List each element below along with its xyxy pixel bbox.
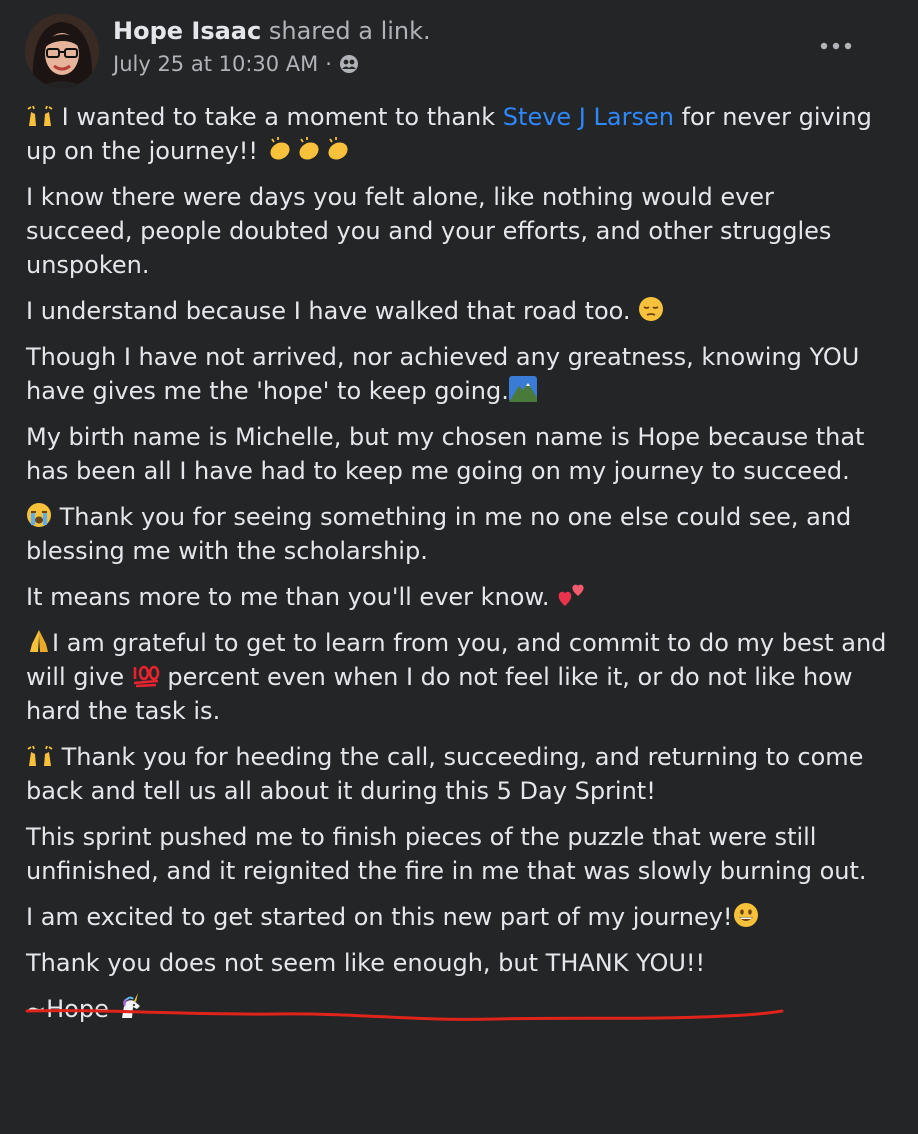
p9-text: Thank you for heeding the call, succeedi… bbox=[26, 743, 864, 805]
paragraph: ~Hope bbox=[26, 992, 888, 1026]
mention-link[interactable]: Steve J Larsen bbox=[503, 103, 674, 131]
loudly-crying-face-emoji bbox=[26, 502, 52, 528]
p11-text: I am excited to get started on this new … bbox=[26, 903, 733, 931]
paragraph: Thank you for heeding the call, succeedi… bbox=[26, 740, 888, 808]
friends-icon[interactable] bbox=[338, 53, 360, 75]
p1-text-before-mention: I wanted to take a moment to thank bbox=[61, 103, 503, 131]
hundred-points-emoji bbox=[132, 662, 160, 688]
unicorn-emoji bbox=[116, 992, 144, 1020]
p4-text: Though I have not arrived, nor achieved … bbox=[26, 343, 860, 405]
post-header: Hope Isaac shared a link. bbox=[113, 14, 431, 48]
folded-hands-emoji bbox=[26, 628, 52, 654]
clapping-hands-emoji bbox=[266, 136, 352, 162]
p6-text: Thank you for seeing something in me no … bbox=[26, 503, 852, 565]
p13-text: ~Hope bbox=[26, 995, 117, 1023]
post-timestamp[interactable]: July 25 at 10:30 AM bbox=[113, 49, 318, 79]
paragraph: My birth name is Michelle, but my chosen… bbox=[26, 423, 865, 485]
post-meta: July 25 at 10:30 AM · bbox=[113, 49, 360, 79]
paragraph: I am grateful to get to learn from you, … bbox=[26, 626, 888, 728]
paragraph: I am excited to get started on this new … bbox=[26, 900, 888, 934]
more-options-button[interactable] bbox=[813, 30, 859, 62]
paragraph: Thank you for seeing something in me no … bbox=[26, 500, 888, 568]
two-hearts-emoji bbox=[557, 582, 587, 608]
paragraph: I know there were days you felt alone, l… bbox=[26, 183, 832, 279]
meta-separator: · bbox=[325, 52, 332, 76]
post-action-text: shared a link. bbox=[268, 17, 431, 45]
paragraph: I understand because I have walked that … bbox=[26, 294, 888, 328]
p3-text: I understand because I have walked that … bbox=[26, 297, 639, 325]
paragraph: Thank you does not seem like enough, but… bbox=[26, 949, 706, 977]
paragraph: I wanted to take a moment to thank Steve… bbox=[26, 100, 888, 168]
mountain-emoji bbox=[508, 376, 537, 402]
more-options-icon bbox=[820, 42, 852, 50]
raising-hands-emoji bbox=[26, 744, 54, 768]
pensive-face-emoji bbox=[638, 296, 664, 322]
author-name[interactable]: Hope Isaac bbox=[113, 17, 261, 45]
avatar[interactable] bbox=[25, 14, 99, 88]
post-card: Hope Isaac shared a link. July 25 at 10:… bbox=[0, 0, 918, 1134]
raising-hands-emoji bbox=[26, 104, 54, 128]
paragraph: This sprint pushed me to finish pieces o… bbox=[26, 823, 867, 885]
post-text: I wanted to take a moment to thank Steve… bbox=[26, 100, 888, 1038]
grinning-face-emoji bbox=[733, 902, 759, 928]
paragraph: It means more to me than you'll ever kno… bbox=[26, 580, 888, 614]
paragraph: Though I have not arrived, nor achieved … bbox=[26, 340, 888, 408]
p7-text: It means more to me than you'll ever kno… bbox=[26, 583, 558, 611]
